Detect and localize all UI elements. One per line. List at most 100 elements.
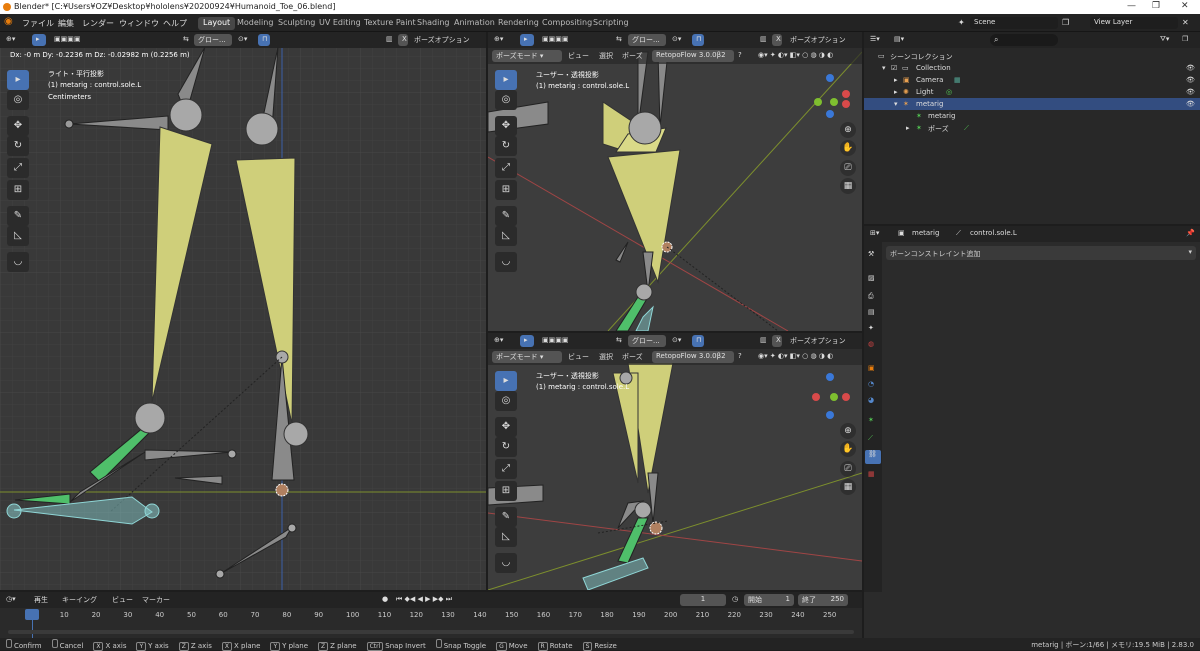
render-tab-icon[interactable]: ▨	[868, 274, 875, 282]
viewport-shading-icons-tr[interactable]: ◉▾ ✦ ◐▾ ◧▾ ○ ◍ ◑ ◐	[758, 51, 833, 59]
menu-edit[interactable]: 編集	[58, 18, 74, 29]
expand-arrow-icon[interactable]: ▸	[894, 88, 898, 96]
rotate-tool[interactable]: ↻	[7, 136, 29, 156]
camera-view-icon-tr[interactable]: ⎚	[840, 160, 856, 176]
transform-tool[interactable]: ⊞	[7, 180, 29, 200]
help-icon-br[interactable]: ?	[738, 352, 742, 360]
move-tool-br[interactable]: ✥	[495, 417, 517, 437]
end-frame-field[interactable]: 終了 250	[798, 594, 848, 606]
transform-orientation-icon-br[interactable]: ⇆	[616, 336, 622, 344]
minimize-button[interactable]: —	[1127, 1, 1136, 11]
rotate-tool-tr[interactable]: ↻	[495, 136, 517, 156]
select-box-tool-tr[interactable]: ▸	[495, 70, 517, 90]
menu-view-br[interactable]: ビュー	[568, 352, 589, 362]
visibility-eye-icon[interactable]: 👁	[1186, 88, 1195, 96]
move-tool[interactable]: ✥	[7, 116, 29, 136]
tab-modeling[interactable]: Modeling	[232, 17, 278, 30]
outliner-row-camera[interactable]: ▸ ▣ Camera ▦ 👁	[864, 74, 1200, 86]
snap-toggle-icon-tr[interactable]: ⊓	[692, 34, 704, 46]
select-box-tool[interactable]: ▸	[7, 70, 29, 90]
tab-layout[interactable]: Layout	[198, 17, 236, 30]
pose-options-menu-tr[interactable]: ポーズオプション	[790, 35, 846, 45]
menu-select-br[interactable]: 選択	[599, 352, 613, 362]
menu-pose-tr[interactable]: ポーズ	[622, 51, 643, 61]
camera-view-icon-br[interactable]: ⎚	[840, 461, 856, 477]
expand-arrow-icon[interactable]: ▾	[894, 100, 898, 108]
pan-hand-icon-br[interactable]: ✋	[840, 441, 856, 457]
menu-keying[interactable]: キーイング	[62, 595, 97, 605]
menu-window[interactable]: ウィンドウ	[119, 18, 159, 29]
pan-hand-icon-tr[interactable]: ✋	[840, 140, 856, 156]
transform-tool-tr[interactable]: ⊞	[495, 180, 517, 200]
cursor-tool-tr[interactable]: ◎	[495, 90, 517, 110]
viewport-top-right[interactable]: ⊕▾ ▸ ▣▣▣▣ ⇆ グロー... ⊙▾ ⊓ ▥ X ポーズオプション ポーズ…	[488, 32, 862, 331]
bone-size-tool-tr[interactable]: ◡	[495, 252, 517, 272]
snap-toggle-icon[interactable]: ⊓	[258, 34, 270, 46]
playhead[interactable]	[25, 609, 39, 620]
measure-tool-br[interactable]: ◺	[495, 527, 517, 547]
snap-toggle-icon-br[interactable]: ⊓	[692, 335, 704, 347]
bone-constraint-tab-icon[interactable]: ⛓	[865, 450, 881, 464]
menu-help[interactable]: ヘルプ	[163, 18, 187, 29]
record-icon[interactable]: ●	[382, 595, 388, 603]
armature-data-tab-icon[interactable]: ✶	[868, 416, 874, 424]
texture-tab-icon[interactable]: ▦	[868, 470, 875, 478]
bone-tab-icon[interactable]: ⟋	[868, 434, 873, 443]
new-scene-icon[interactable]: ❐	[1062, 18, 1069, 27]
help-icon-tr[interactable]: ?	[738, 51, 742, 59]
editor-type-icon[interactable]: ⊕▾	[6, 35, 15, 43]
select-tool-icon-tr[interactable]: ▸	[520, 34, 534, 46]
outliner-row-light[interactable]: ▸ ✺ Light ◎ 👁	[864, 86, 1200, 98]
timeline-editor-icon[interactable]: ◷▾	[6, 595, 16, 603]
retopoflow-button-br[interactable]: RetopoFlow 3.0.0β2	[652, 351, 734, 363]
view-layer-tab-icon[interactable]: ▤	[868, 308, 875, 316]
viewport-bottom-right[interactable]: ⊕▾ ▸ ▣▣▣▣ ⇆ グロー... ⊙▾ ⊓ ▥ X ポーズオプション ポーズ…	[488, 333, 862, 590]
transform-orientation-dropdown[interactable]: グロー...	[194, 34, 232, 46]
x-mirror-toggle-tr[interactable]: X	[772, 34, 782, 46]
scale-tool-br[interactable]: ⤢	[495, 459, 517, 479]
scene-tab-icon[interactable]: ✦	[868, 324, 874, 332]
new-collection-icon[interactable]: ❐	[1182, 35, 1188, 43]
add-bone-constraint-dropdown[interactable]: ボーンコンストレイント追加 ▾	[886, 246, 1196, 260]
tab-scripting[interactable]: Scripting	[588, 17, 634, 30]
object-tab-icon[interactable]: ▣	[868, 364, 875, 372]
menu-view-tr[interactable]: ビュー	[568, 51, 589, 61]
measure-tool[interactable]: ◺	[7, 226, 29, 246]
menu-view-timeline[interactable]: ビュー	[112, 595, 133, 605]
zoom-icon-br[interactable]: ⊕	[840, 423, 856, 439]
filter-icon[interactable]: ⛛▾	[1160, 35, 1169, 44]
modifier-tab-icon[interactable]: ◔	[868, 380, 874, 388]
checkbox-icon[interactable]: ☑	[891, 64, 897, 72]
playback-controls-icons[interactable]: ⏮ ◆◀ ◀ ▶ ▶◆ ⏭	[396, 595, 452, 604]
annotate-tool-br[interactable]: ✎	[495, 507, 517, 527]
ortho-grid-icon-br[interactable]: ▦	[840, 479, 856, 495]
navigation-gizmo-tr[interactable]	[806, 72, 854, 120]
select-mode-icons[interactable]: ▣▣▣▣	[54, 35, 80, 43]
blender-menu-icon[interactable]: ◉	[4, 16, 13, 27]
expand-arrow-icon[interactable]: ▸	[894, 76, 898, 84]
menu-select-tr[interactable]: 選択	[599, 51, 613, 61]
menu-playback[interactable]: 再生	[34, 595, 48, 605]
close-window-button[interactable]: ✕	[1181, 1, 1189, 11]
view-layer-selector[interactable]: View Layer	[1090, 17, 1178, 29]
select-tool-icon-br[interactable]: ▸	[520, 335, 534, 347]
transform-orientation-dropdown-tr[interactable]: グロー...	[628, 34, 666, 46]
annotate-tool-tr[interactable]: ✎	[495, 206, 517, 226]
outliner-row-collection[interactable]: ▾ ☑ ▭ Collection 👁	[864, 62, 1200, 74]
overlay-icon[interactable]: ▥	[386, 35, 393, 43]
annotate-tool[interactable]: ✎	[7, 206, 29, 226]
menu-marker[interactable]: マーカー	[142, 595, 170, 605]
transform-orientation-dropdown-br[interactable]: グロー...	[628, 335, 666, 347]
overlay-icon-br[interactable]: ▥	[760, 336, 767, 344]
zoom-icon-tr[interactable]: ⊕	[840, 122, 856, 138]
navigation-gizmo-br[interactable]	[806, 373, 854, 421]
scale-tool[interactable]: ⤢	[7, 158, 29, 178]
visibility-eye-icon[interactable]: 👁	[1186, 100, 1195, 108]
select-mode-icons-tr[interactable]: ▣▣▣▣	[542, 35, 568, 43]
visibility-eye-icon[interactable]: 👁	[1186, 64, 1195, 72]
display-mode-icon[interactable]: ▤▾	[894, 35, 904, 43]
stopwatch-icon[interactable]: ◷	[732, 595, 738, 603]
retopoflow-button-tr[interactable]: RetopoFlow 3.0.0β2	[652, 50, 734, 62]
move-tool-tr[interactable]: ✥	[495, 116, 517, 136]
expand-arrow-icon[interactable]: ▸	[906, 124, 910, 132]
